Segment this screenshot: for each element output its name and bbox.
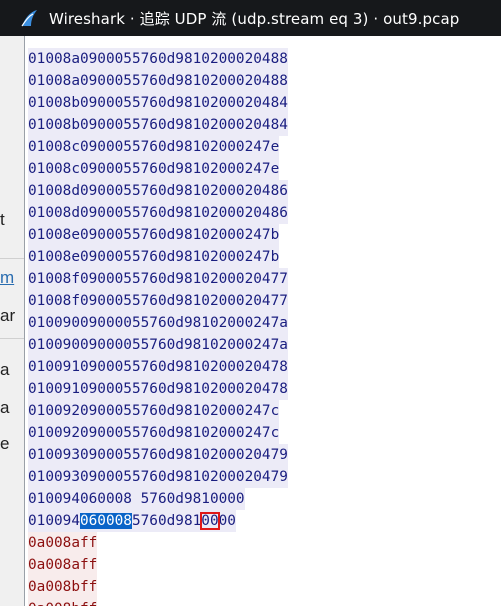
stream-line-text: 01008c0900055760d98102000247e <box>28 136 280 158</box>
client-stream-line[interactable]: 01008e0900055760d98102000247b <box>25 224 501 246</box>
bg-text-fragment: ar <box>0 306 16 325</box>
stream-line-text: 01008b0900055760d9810200020484 <box>28 114 288 136</box>
server-stream-line[interactable]: 0a008aff <box>25 554 501 576</box>
selected-text: 060008 <box>79 513 132 529</box>
stream-line-text: 01008d0900055760d9810200020486 <box>28 180 288 202</box>
stream-line-text: 01008a0900055760d9810200020488 <box>28 48 288 70</box>
stream-text-segment: 010094 <box>28 513 80 529</box>
stream-line-text: 0a008bff <box>28 576 98 598</box>
stream-line-text: 0100940600085760d9810000 <box>28 510 236 532</box>
stream-line-text: 0100910900055760d9810200020478 <box>28 356 288 378</box>
client-stream-line[interactable]: 0100920900055760d98102000247c <box>25 422 501 444</box>
background-window[interactable]: t m ar a a e <box>0 36 24 606</box>
stream-text-segment: 00 <box>218 513 236 529</box>
stream-line-text: 0100930900055760d9810200020479 <box>28 466 288 488</box>
stream-line-text: 0100920900055760d98102000247c <box>28 400 280 422</box>
server-stream-line[interactable]: 0a008aff <box>25 532 501 554</box>
stream-line-text: 01008d0900055760d9810200020486 <box>28 202 288 224</box>
bg-divider <box>0 338 24 339</box>
stream-line-text: 0100930900055760d9810200020479 <box>28 444 288 466</box>
client-stream-line[interactable]: 0100930900055760d9810200020479 <box>25 444 501 466</box>
stream-line-text: 01009009000055760d98102000247a <box>28 312 288 334</box>
client-stream-line[interactable]: 01008f0900055760d9810200020477 <box>25 268 501 290</box>
client-stream-line[interactable]: 01009009000055760d98102000247a <box>25 312 501 334</box>
title-bar[interactable]: Wireshark · 追踪 UDP 流 (udp.stream eq 3) ·… <box>0 0 501 36</box>
bg-text-fragment: e <box>0 434 10 453</box>
bg-text-fragment: t <box>0 210 5 229</box>
highlight-box: 00 <box>200 512 220 530</box>
client-stream-line[interactable]: 01008a0900055760d9810200020488 <box>25 70 501 92</box>
stream-line-text: 01008e0900055760d98102000247b <box>28 246 280 268</box>
stream-line-text: 01008f0900055760d9810200020477 <box>28 268 288 290</box>
client-stream-line[interactable]: 01008c0900055760d98102000247e <box>25 136 501 158</box>
server-stream-line[interactable]: 0a008bff <box>25 598 501 606</box>
bg-text-fragment: a <box>0 360 10 379</box>
stream-line-text: 010094060008 5760d9810000 <box>28 488 245 510</box>
client-stream-line[interactable]: 01008b0900055760d9810200020484 <box>25 114 501 136</box>
stream-line-text: 01008f0900055760d9810200020477 <box>28 290 288 312</box>
client-stream-line[interactable]: 0100930900055760d9810200020479 <box>25 466 501 488</box>
stream-line-text: 0a008aff <box>28 532 98 554</box>
client-stream-line[interactable]: 01008d0900055760d9810200020486 <box>25 202 501 224</box>
client-stream-line[interactable]: 0100910900055760d9810200020478 <box>25 356 501 378</box>
stream-line-text: 0100910900055760d9810200020478 <box>28 378 288 400</box>
follow-stream-window[interactable]: 01008a0900055760d9810200020488 01008a0900… <box>24 36 501 606</box>
client-stream-line[interactable]: 0100910900055760d9810200020478 <box>25 378 501 400</box>
stream-line-text: 0a008bff <box>28 598 98 606</box>
stream-line-text: 01009009000055760d98102000247a <box>28 334 288 356</box>
client-stream-line[interactable]: 01008e0900055760d98102000247b <box>25 246 501 268</box>
client-stream-line[interactable]: 010094060008 5760d9810000 <box>25 488 501 510</box>
client-stream-line[interactable]: 01008a0900055760d9810200020488 <box>25 48 501 70</box>
bg-divider <box>0 258 24 259</box>
wireshark-fin-icon <box>18 7 40 29</box>
stream-line-text: 0100920900055760d98102000247c <box>28 422 280 444</box>
client-stream-line[interactable]: 01008d0900055760d9810200020486 <box>25 180 501 202</box>
stream-line-text: 01008a0900055760d9810200020488 <box>28 70 288 92</box>
stream-line-text: 01008b0900055760d9810200020484 <box>28 92 288 114</box>
client-stream-line[interactable]: 01008f0900055760d9810200020477 <box>25 290 501 312</box>
bg-text-fragment: a <box>0 398 10 417</box>
stream-line-text: 01008c0900055760d98102000247e <box>28 158 280 180</box>
client-stream-line[interactable]: 0100920900055760d98102000247c <box>25 400 501 422</box>
window-title: Wireshark · 追踪 UDP 流 (udp.stream eq 3) ·… <box>49 9 460 28</box>
stream-text-segment: 5760d981 <box>131 513 202 529</box>
server-stream-line[interactable]: 0a008bff <box>25 576 501 598</box>
client-stream-line[interactable]: 0100940600085760d9810000 <box>25 510 501 532</box>
stream-text-area[interactable]: 01008a0900055760d9810200020488 01008a0900… <box>25 48 501 606</box>
client-stream-line[interactable]: 01008c0900055760d98102000247e <box>25 158 501 180</box>
stream-line-text: 0a008aff <box>28 554 98 576</box>
client-stream-line[interactable]: 01008b0900055760d9810200020484 <box>25 92 501 114</box>
client-stream-line[interactable]: 01009009000055760d98102000247a <box>25 334 501 356</box>
bg-link-fragment[interactable]: m <box>0 268 24 288</box>
stream-line-text: 01008e0900055760d98102000247b <box>28 224 280 246</box>
